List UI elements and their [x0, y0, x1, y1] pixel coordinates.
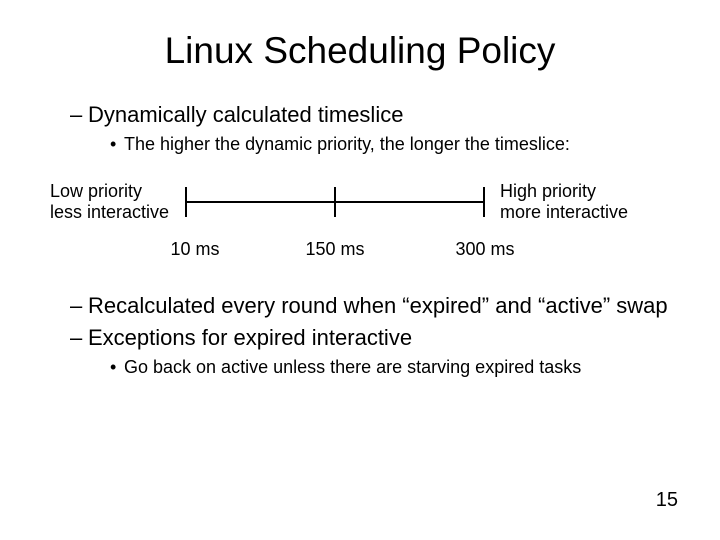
tick-300ms: 300 ms: [450, 239, 520, 260]
dash-icon: –: [70, 325, 88, 351]
page-number: 15: [656, 489, 678, 512]
bullet-exceptions: –Exceptions for expired interactive: [70, 325, 670, 351]
slide-title: Linux Scheduling Policy: [50, 30, 670, 72]
tick-10ms: 10 ms: [165, 239, 225, 260]
dot-icon: •: [110, 357, 124, 378]
bullet-text: Exceptions for expired interactive: [88, 325, 412, 350]
timeslice-diagram: Low priority less interactive High prior…: [50, 173, 670, 283]
bullet-text: Recalculated every round when “expired” …: [88, 293, 668, 318]
label-line2: more interactive: [500, 202, 628, 222]
axis-icon: [185, 185, 485, 219]
bullet-text: Go back on active unless there are starv…: [124, 357, 581, 377]
slide: Linux Scheduling Policy –Dynamically cal…: [0, 0, 720, 540]
label-line1: High priority: [500, 181, 596, 201]
bullet-text: Dynamically calculated timeslice: [88, 102, 403, 127]
tick-150ms: 150 ms: [300, 239, 370, 260]
bullet-recalculated: –Recalculated every round when “expired”…: [70, 293, 670, 319]
high-priority-label: High priority more interactive: [500, 181, 628, 222]
subbullet-go-back-active: •Go back on active unless there are star…: [110, 357, 670, 378]
bullet-text: The higher the dynamic priority, the lon…: [124, 134, 570, 154]
subbullet-higher-priority: •The higher the dynamic priority, the lo…: [110, 134, 670, 155]
label-line1: Low priority: [50, 181, 142, 201]
dot-icon: •: [110, 134, 124, 155]
low-priority-label: Low priority less interactive: [50, 181, 169, 222]
label-line2: less interactive: [50, 202, 169, 222]
dash-icon: –: [70, 293, 88, 319]
dash-icon: –: [70, 102, 88, 128]
bullet-dynamic-timeslice: –Dynamically calculated timeslice: [70, 102, 670, 128]
